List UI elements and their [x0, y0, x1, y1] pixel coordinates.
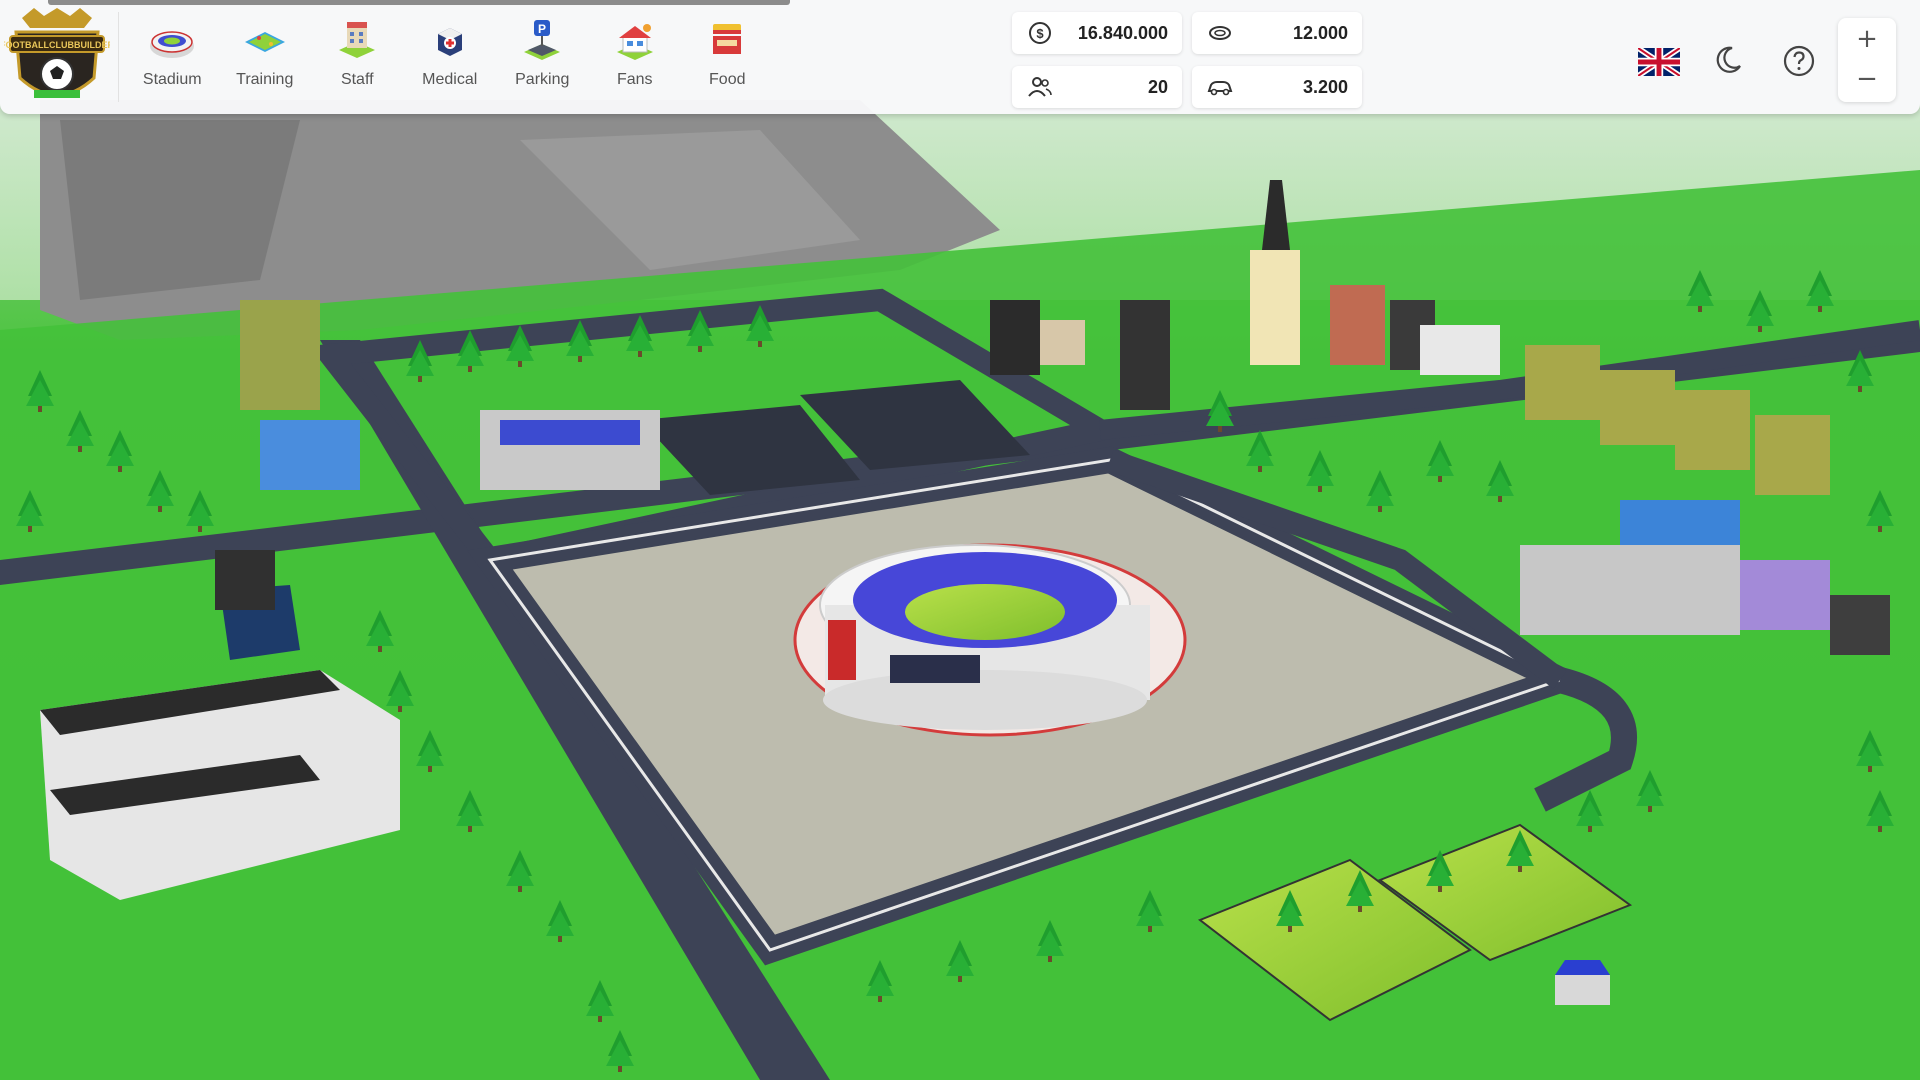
medical-icon [437, 28, 462, 56]
moon-icon[interactable] [1712, 44, 1744, 76]
nav-medical-label: Medical [422, 71, 478, 88]
nav-stadium[interactable]: Stadium [126, 8, 219, 104]
fans-house-icon [616, 24, 653, 60]
nav-stadium-label: Stadium [142, 71, 202, 88]
game-world-view[interactable] [0, 0, 1920, 1080]
stadium-icon [150, 31, 195, 58]
money-stat: $ 16.840.000 [1012, 12, 1182, 54]
zoom-in-button[interactable]: + [1838, 18, 1896, 60]
staff-stat: 20 [1012, 66, 1182, 108]
zoom-controls: + − [1838, 18, 1896, 102]
coin-icon: $ [1029, 22, 1051, 44]
help-icon[interactable] [1782, 44, 1816, 78]
nav-fans-label: Fans [616, 71, 653, 88]
nav-staff[interactable]: Staff [311, 8, 404, 104]
nav-training[interactable]: Training [219, 8, 312, 104]
svg-text:$: $ [1036, 26, 1044, 41]
nav-training-label: Training [236, 71, 294, 88]
svg-text:P: P [538, 22, 546, 36]
nav-fans[interactable]: Fans [589, 8, 682, 104]
nav-food[interactable]: Food [681, 8, 774, 104]
food-stand-icon [713, 24, 742, 54]
nav-food-label: Food [709, 71, 746, 88]
parking-value: 3.200 [1302, 76, 1348, 97]
staff-building-icon [339, 22, 376, 58]
parking-stat: 3.200 [1192, 66, 1362, 108]
car-icon [1207, 81, 1233, 96]
nav-parking-label: Parking [515, 71, 570, 88]
nav-medical[interactable]: Medical [404, 8, 497, 104]
staff-value: 20 [1147, 76, 1168, 97]
flag-uk-icon[interactable] [1638, 48, 1680, 76]
nav-parking[interactable]: P Parking [496, 8, 589, 104]
loading-progress-bar [48, 0, 790, 5]
capacity-stat: 12.000 [1192, 12, 1362, 54]
logo-text: FOOTBALLCLUBBUILDER [4, 40, 110, 50]
parking-icon: P [524, 20, 561, 60]
club-logo[interactable]: FOOTBALLCLUBBUILDER [4, 8, 110, 110]
capacity-value: 12.000 [1292, 22, 1348, 43]
nav-staff-label: Staff [340, 71, 374, 88]
seats-icon [1209, 26, 1231, 40]
training-pitch-icon [244, 32, 285, 52]
zoom-out-button[interactable]: − [1838, 58, 1896, 100]
top-toolbar: FOOTBALLCLUBBUILDER Stadium Training Sta… [0, 0, 1920, 114]
build-menu: Stadium Training Staff Medical P Parking… [126, 8, 774, 104]
people-icon [1028, 77, 1052, 97]
toolbar-divider [118, 12, 119, 102]
money-value: 16.840.000 [1077, 22, 1168, 43]
